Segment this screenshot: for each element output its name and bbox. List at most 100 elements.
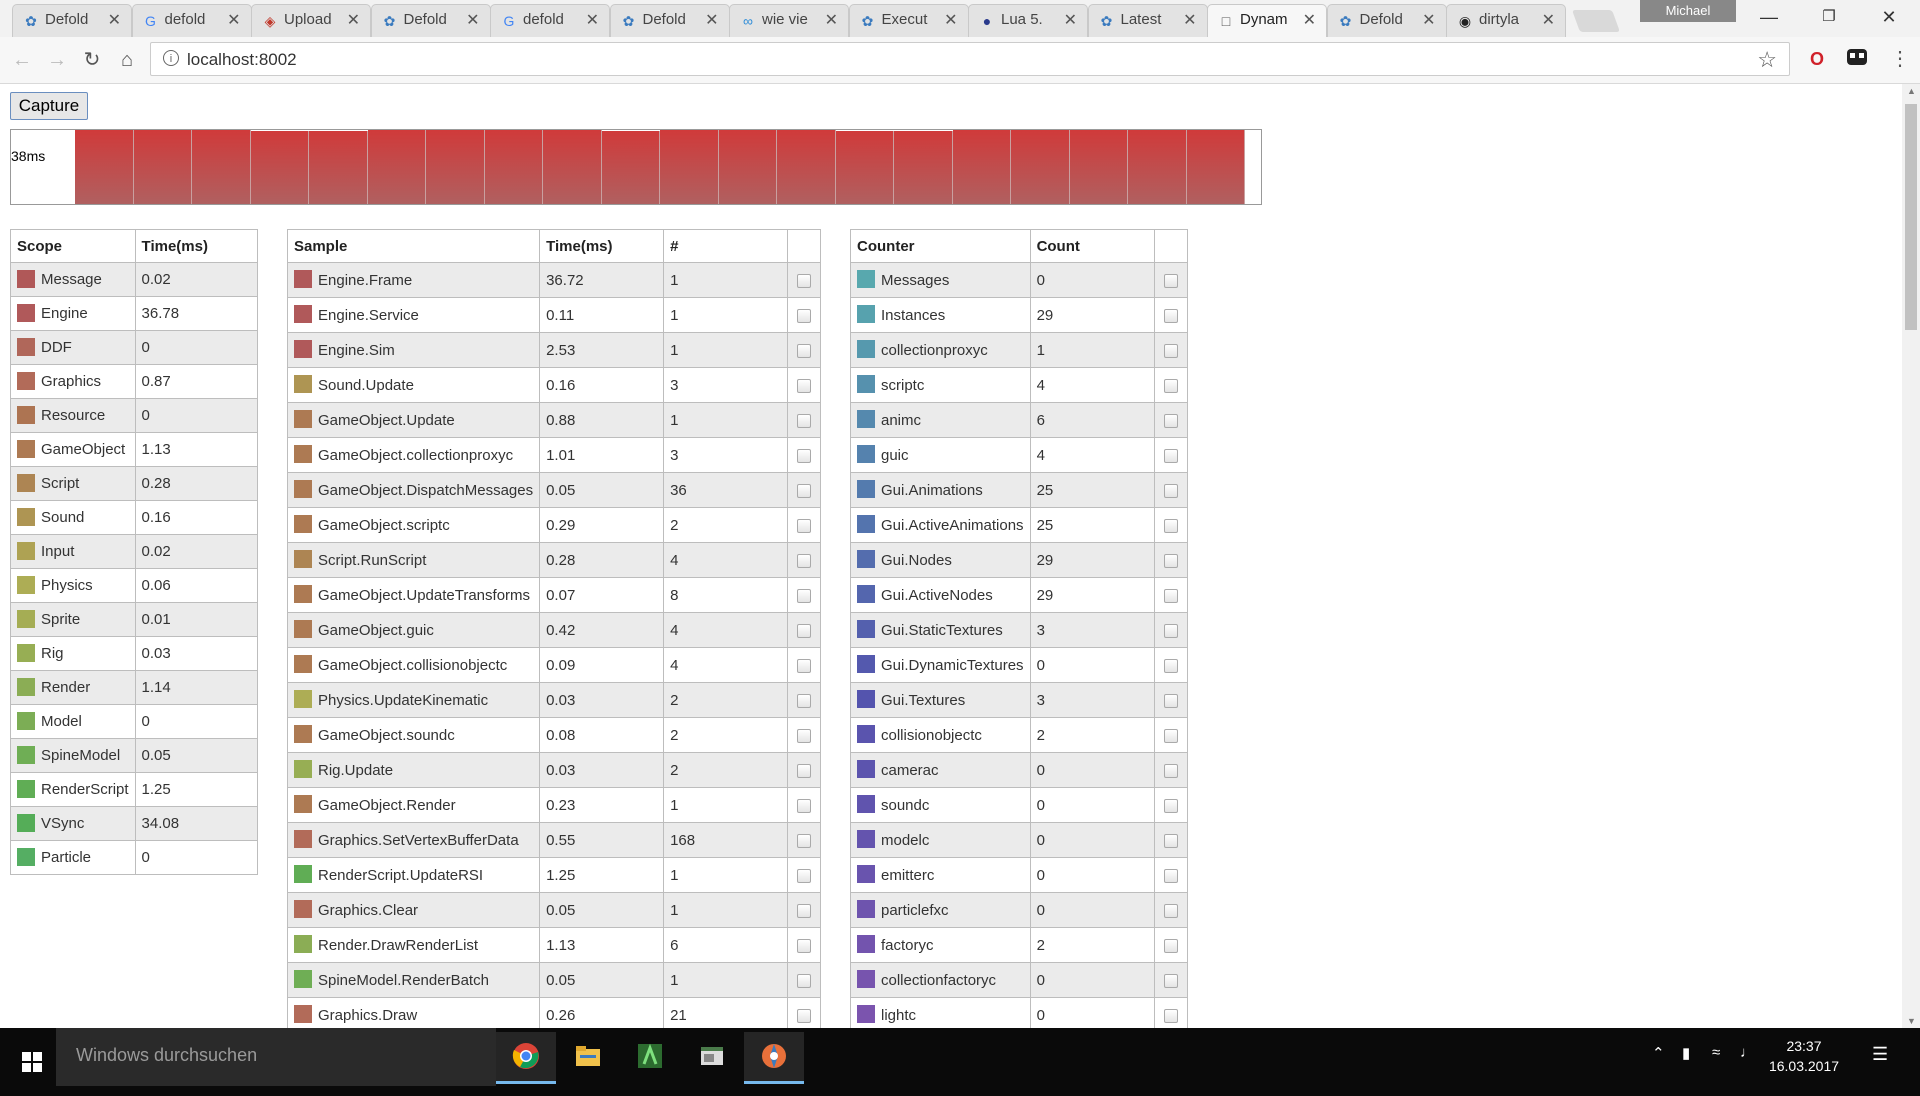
frame-bar[interactable] [543,130,602,204]
taskbar-app-defold-app[interactable] [744,1032,804,1084]
frame-bar[interactable] [133,130,192,204]
row-checkbox[interactable] [797,308,812,323]
tab-close-icon[interactable]: ✕ [347,10,360,30]
row-checkbox[interactable] [797,378,812,393]
frame-bar[interactable] [1186,130,1245,204]
row-checkbox[interactable] [1163,413,1178,428]
taskbar-app-file-explorer[interactable] [558,1032,618,1084]
row-checkbox[interactable] [1163,693,1178,708]
extension-icon[interactable] [1845,47,1869,71]
row-checkbox[interactable] [797,728,812,743]
row-checkbox[interactable] [797,483,812,498]
row-checkbox[interactable] [1163,658,1178,673]
new-tab-button[interactable] [1571,10,1621,32]
row-checkbox[interactable] [1163,1008,1178,1023]
row-checkbox[interactable] [1163,448,1178,463]
row-checkbox[interactable] [1163,833,1178,848]
row-checkbox[interactable] [1163,308,1178,323]
reload-icon[interactable]: ↻ [80,48,104,72]
vertical-scrollbar[interactable]: ▲ ▼ [1902,84,1920,1028]
tab-close-icon[interactable]: ✕ [1064,10,1077,30]
browser-tab[interactable]: ∞ wie vie ✕ [729,4,849,37]
bookmark-star-icon[interactable]: ☆ [1757,47,1777,73]
frame-bar[interactable] [309,131,368,204]
taskbar-app-window-app[interactable] [682,1032,742,1084]
wifi-icon[interactable]: ≈ [1712,1044,1720,1061]
row-checkbox[interactable] [1163,343,1178,358]
browser-tab[interactable]: ✿ Defold ✕ [12,4,132,37]
row-checkbox[interactable] [1163,798,1178,813]
taskbar-search[interactable]: Windows durchsuchen [56,1028,496,1086]
tab-close-icon[interactable]: ✕ [705,10,718,30]
row-checkbox[interactable] [797,658,812,673]
row-checkbox[interactable] [797,903,812,918]
clock[interactable]: 23:37 16.03.2017 [1764,1036,1844,1076]
menu-icon[interactable]: ⋮ [1888,47,1912,71]
frame-bar[interactable] [777,130,836,204]
row-checkbox[interactable] [1163,868,1178,883]
row-checkbox[interactable] [1163,763,1178,778]
row-checkbox[interactable] [797,518,812,533]
forward-icon[interactable]: → [45,48,69,72]
browser-tab[interactable]: ✿ Defold ✕ [1326,4,1447,37]
tab-close-icon[interactable]: ✕ [1183,10,1196,30]
browser-tab[interactable]: ✿ Defold ✕ [609,4,730,37]
frame-bar[interactable] [250,131,309,204]
tab-close-icon[interactable]: ✕ [586,10,599,30]
frame-bar[interactable] [1128,130,1187,204]
profile-badge[interactable]: Michael [1640,0,1736,22]
frame-bar[interactable] [426,130,485,204]
home-icon[interactable]: ⌂ [115,48,139,72]
browser-tab[interactable]: Gdefold ✕ [131,4,252,37]
row-checkbox[interactable] [797,553,812,568]
row-checkbox[interactable] [797,798,812,813]
browser-tab[interactable]: ✿ Latest ✕ [1087,4,1208,37]
browser-tab[interactable]: □ Dynam ✕ [1207,4,1327,37]
tab-close-icon[interactable]: ✕ [108,10,121,30]
row-checkbox[interactable] [1163,553,1178,568]
tray-chevron-icon[interactable]: ⌃ [1652,1044,1665,1062]
info-icon[interactable]: i [163,50,179,66]
browser-tab[interactable]: ◈ Upload ✕ [251,4,371,37]
row-checkbox[interactable] [797,448,812,463]
frame-bar[interactable] [1069,130,1128,204]
capture-button[interactable]: Capture [10,92,88,120]
url-text[interactable]: localhost:8002 [187,50,297,70]
minimize-icon[interactable]: — [1746,0,1792,34]
tab-close-icon[interactable]: ✕ [1542,10,1555,30]
battery-icon[interactable]: ▮ [1682,1044,1690,1062]
scroll-down-icon[interactable]: ▼ [1907,1016,1916,1026]
browser-tab[interactable]: ● Lua 5. ✕ [968,4,1088,37]
browser-tab[interactable]: ✿ Defold ✕ [370,4,491,37]
frame-bar[interactable] [718,130,777,204]
tab-close-icon[interactable]: ✕ [227,10,240,30]
address-bar[interactable]: i localhost:8002 ☆ [150,42,1790,76]
row-checkbox[interactable] [1163,623,1178,638]
taskbar-app-chrome[interactable] [496,1032,556,1084]
volume-icon[interactable]: ♩ [1740,1044,1755,1061]
tab-close-icon[interactable]: ✕ [825,10,838,30]
scrollbar-thumb[interactable] [1905,104,1917,330]
frame-bar[interactable] [952,130,1011,204]
tab-close-icon[interactable]: ✕ [1422,10,1435,30]
tab-close-icon[interactable]: ✕ [944,10,957,30]
row-checkbox[interactable] [797,833,812,848]
row-checkbox[interactable] [797,413,812,428]
frame-bar[interactable] [601,131,660,204]
frame-bar[interactable] [894,131,953,204]
row-checkbox[interactable] [797,763,812,778]
row-checkbox[interactable] [1163,903,1178,918]
row-checkbox[interactable] [1163,728,1178,743]
back-icon[interactable]: ← [10,48,34,72]
opera-extension-icon[interactable]: O [1805,47,1829,71]
frame-bar[interactable] [484,130,543,204]
row-checkbox[interactable] [797,1008,812,1023]
row-checkbox[interactable] [797,693,812,708]
windows-start-icon[interactable] [8,1042,56,1082]
row-checkbox[interactable] [1163,588,1178,603]
scroll-up-icon[interactable]: ▲ [1907,86,1916,96]
row-checkbox[interactable] [1163,973,1178,988]
row-checkbox[interactable] [797,868,812,883]
frame-bar[interactable] [1011,130,1070,204]
frame-bar[interactable] [75,130,134,204]
